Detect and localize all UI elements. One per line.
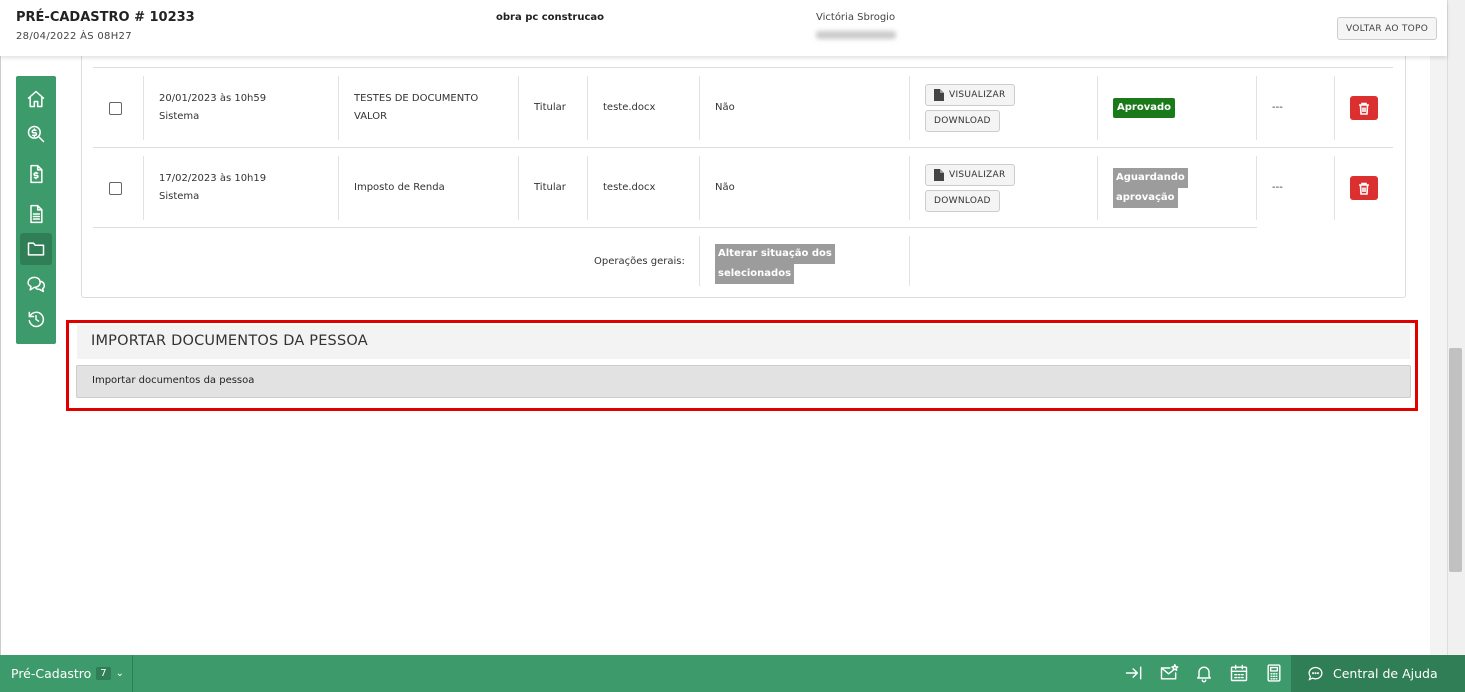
status-badge-cont: aprovação <box>1113 188 1178 208</box>
scrollbar-thumb[interactable] <box>1449 348 1462 572</box>
record-date: 28/04/2022 ÀS 08H27 <box>16 31 132 42</box>
chevron-down-icon: ⌄ <box>115 668 125 679</box>
bell-icon <box>1197 666 1211 683</box>
view-button[interactable]: VISUALIZAR <box>925 164 1015 186</box>
sidebar-item-folder[interactable] <box>20 233 52 265</box>
document-owner-type: Titular <box>534 182 566 193</box>
document-origin: Sistema <box>159 111 200 122</box>
document-icon <box>30 204 43 224</box>
document-name-cont: VALOR <box>354 111 388 122</box>
help-center-label: Central de Ajuda <box>1333 666 1438 681</box>
document-name: Imposto de Renda <box>354 182 445 193</box>
folder-icon <box>27 242 45 256</box>
document-name: TESTES DE DOCUMENTO <box>354 93 479 104</box>
file-icon <box>934 169 944 181</box>
history-icon <box>28 311 45 328</box>
sidebar-item-home[interactable] <box>20 83 52 115</box>
row-select-checkbox[interactable] <box>109 181 122 195</box>
delete-button[interactable] <box>1350 176 1378 200</box>
download-button[interactable]: DOWNLOAD <box>925 190 1000 212</box>
calculator-icon <box>1267 664 1281 682</box>
user-name: Victória Sbrogio <box>816 12 896 23</box>
document-file: teste.docx <box>603 182 656 193</box>
document-owner-type: Titular <box>534 102 566 113</box>
calendar-icon <box>1230 664 1248 682</box>
trash-icon <box>1359 182 1369 195</box>
document-flag: Não <box>715 182 735 193</box>
status-badge: Aprovado <box>1113 98 1175 118</box>
collapse-right-icon <box>1125 666 1142 680</box>
sidebar-item-search-financial[interactable] <box>20 118 52 150</box>
trash-icon <box>1359 102 1369 115</box>
general-operations-row: Operações gerais: Alterar situação dos s… <box>93 227 1257 287</box>
operations-label: Operações gerais: <box>594 256 685 267</box>
document-date: 17/02/2023 às 10h19 <box>159 173 267 184</box>
document-origin: Sistema <box>159 191 200 202</box>
view-button[interactable]: VISUALIZAR <box>925 84 1015 106</box>
chat-icon <box>27 276 46 293</box>
document-extra: --- <box>1272 102 1283 113</box>
envelope-star-icon <box>1160 663 1179 680</box>
change-status-selected-button[interactable]: Alterar situação dos selecionados <box>715 244 835 284</box>
left-sidebar <box>16 76 56 344</box>
help-chat-icon <box>1308 666 1323 681</box>
highlight-box <box>66 320 1418 411</box>
page-title: PRÉ-CADASTRO # 10233 <box>16 10 195 25</box>
bottom-bar: Pré-Cadastro 7 ⌄ Central de Ajuda <box>0 655 1465 692</box>
invoice-icon <box>30 164 43 184</box>
calculator-button[interactable] <box>1264 663 1284 683</box>
row-select-checkbox[interactable] <box>109 101 122 115</box>
sidebar-item-invoice[interactable] <box>20 158 52 190</box>
delete-button[interactable] <box>1350 96 1378 120</box>
download-button[interactable]: DOWNLOAD <box>925 110 1000 132</box>
sidebar-item-chat[interactable] <box>20 268 52 300</box>
sidebar-item-document[interactable] <box>20 198 52 230</box>
calendar-button[interactable] <box>1229 663 1249 683</box>
home-icon <box>27 90 45 108</box>
document-extra: --- <box>1272 182 1283 193</box>
page-gutter <box>1430 56 1447 655</box>
page-header: PRÉ-CADASTRO # 10233 28/04/2022 ÀS 08H27… <box>0 0 1447 56</box>
file-icon <box>934 89 944 101</box>
collapse-right-button[interactable] <box>1124 663 1144 683</box>
document-file: teste.docx <box>603 102 656 113</box>
document-date: 20/01/2023 às 10h59 <box>159 93 267 104</box>
back-to-top-button[interactable]: VOLTAR AO TOPO <box>1337 17 1438 40</box>
sidebar-item-history[interactable] <box>20 303 52 335</box>
table-row: 17/02/2023 às 10h19 Sistema Imposto de R… <box>93 147 1393 227</box>
obra-name: obra pc construcao <box>496 12 605 23</box>
module-name: Pré-Cadastro <box>11 666 92 681</box>
status-badge: Aguardando <box>1113 168 1188 188</box>
module-count: 7 <box>96 667 111 680</box>
module-switcher[interactable]: Pré-Cadastro 7 ⌄ <box>0 655 133 692</box>
document-flag: Não <box>715 102 735 113</box>
messages-button[interactable] <box>1159 663 1179 683</box>
blurred-user-detail <box>816 31 896 39</box>
table-row: 20/01/2023 às 10h59 Sistema TESTES DE DO… <box>93 67 1393 147</box>
help-center-button[interactable]: Central de Ajuda <box>1291 655 1465 692</box>
search-dollar-icon <box>27 125 45 143</box>
notifications-button[interactable] <box>1194 663 1214 683</box>
